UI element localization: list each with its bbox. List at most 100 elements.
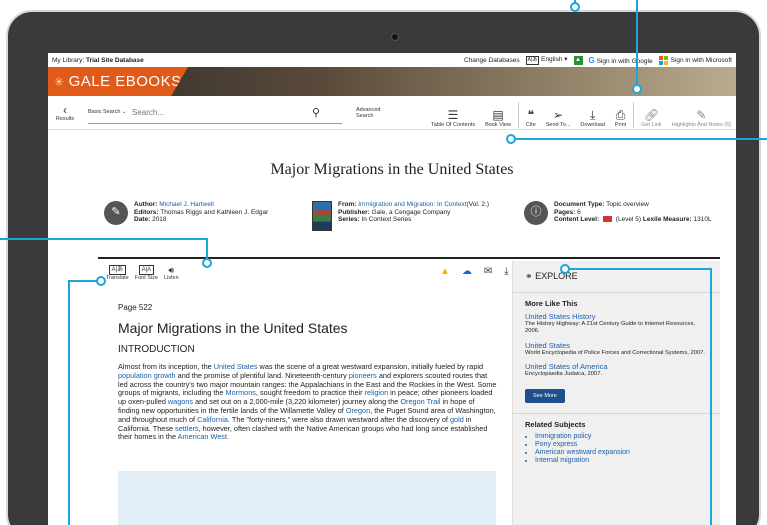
brand-logo[interactable]: ✳ GALE EBOOKS: [48, 67, 188, 96]
search-icon[interactable]: ⚲: [312, 106, 320, 119]
microsoft-signin[interactable]: Sign in with Microsoft: [658, 55, 732, 65]
get-link-button[interactable]: 🔗︎ Get Link: [636, 108, 666, 128]
explore-panel: ⚭ EXPLORE More Like This United States H…: [512, 261, 720, 525]
article-link[interactable]: population growth: [118, 371, 176, 380]
doc-info-block: ⓘ Document Type: Topic overview Pages: 6…: [524, 201, 712, 225]
callout-line: [68, 280, 98, 282]
language-select[interactable]: A|あ English ▾: [525, 55, 568, 65]
toolbar-tools: ☰ Table Of Contents ▤ Book View ❝ Cite ➢ Sen…: [426, 98, 736, 128]
toolbar-divider: [633, 101, 635, 128]
related-item[interactable]: United States of America Encyclopaedia Ju…: [525, 362, 708, 378]
article-link[interactable]: pioneers: [349, 371, 377, 380]
article-link[interactable]: gold: [450, 415, 464, 424]
download-button[interactable]: ⤓ Download: [575, 107, 609, 128]
top-bar-right: Change Databases A|あ English ▾ ▲ G Sign …: [464, 55, 732, 65]
callout-dot: [560, 264, 570, 274]
article-link[interactable]: Oregon: [346, 406, 370, 415]
speaker-icon: 🔊︎: [168, 265, 175, 275]
explore-heading: ⚭ EXPLORE: [513, 261, 720, 293]
download-icon: ⤓: [590, 107, 596, 122]
article-link[interactable]: religion: [365, 388, 389, 397]
callout-line: [512, 138, 767, 140]
callout-dot: [506, 134, 516, 144]
google-drive-icon[interactable]: ▲: [573, 55, 583, 65]
translate-icon: A|あ: [108, 265, 127, 275]
source-link[interactable]: Immigration and Migration: In Context: [358, 201, 466, 208]
back-to-results-button[interactable]: ‹ Results: [48, 96, 82, 130]
source-block: From: Immigration and Migration: In Cont…: [312, 201, 489, 231]
article-link[interactable]: United States: [214, 362, 258, 371]
article-link[interactable]: California: [197, 415, 228, 424]
article-link[interactable]: Mormons: [226, 388, 256, 397]
microsoft-icon: [658, 55, 668, 65]
callout-line: [710, 268, 712, 525]
advanced-search-link[interactable]: Advanced Search: [356, 107, 382, 119]
print-icon: ⎙: [615, 107, 626, 122]
translate-button[interactable]: A|あ Translate: [106, 265, 129, 281]
email-icon[interactable]: ✉: [484, 266, 492, 277]
related-item[interactable]: United States History The History Highway…: [525, 312, 708, 335]
book-icon: ▤: [492, 107, 504, 122]
callout-dot: [96, 276, 106, 286]
basic-search-dropdown[interactable]: Basic Search ⌄: [88, 109, 132, 115]
callout-line: [68, 280, 70, 525]
callout-dot: [570, 2, 580, 12]
gale-star-icon: ✳: [54, 74, 65, 89]
info-icon: ⓘ: [524, 201, 548, 225]
print-button[interactable]: ⎙ Print: [610, 107, 631, 128]
book-cover-thumbnail[interactable]: [312, 201, 332, 231]
author-link[interactable]: Michael J. Hartwell: [159, 201, 214, 208]
screen: My Library: Trial Site Database Change D…: [48, 53, 736, 525]
article-link[interactable]: Oregon Trail: [400, 397, 440, 406]
subjects-list: Immigration policy Pony express American…: [525, 433, 708, 465]
related-item[interactable]: United States World Encyclopedia of Polic…: [525, 341, 708, 357]
book-view-button[interactable]: ▤ Book View: [480, 107, 516, 128]
cite-button[interactable]: ❝ Cite: [521, 108, 541, 128]
subject-link[interactable]: American westward expansion: [535, 449, 708, 457]
author-block: ✎ Author: Michael J. Hartwell Editors: T…: [104, 201, 268, 225]
share-icons: ▲ ☁ ✉ ⤓: [440, 266, 509, 277]
google-icon: G: [588, 55, 595, 65]
chevron-left-icon: ‹: [63, 102, 67, 117]
font-size-icon: A|A: [138, 265, 155, 275]
table-of-contents-button[interactable]: ☰ Table Of Contents: [426, 107, 480, 128]
list-icon: ☰: [447, 107, 459, 122]
content-divider: [98, 257, 720, 259]
google-drive-icon[interactable]: ▲: [440, 266, 450, 277]
section-heading: INTRODUCTION: [118, 344, 195, 355]
toolbar: ‹Results Basic Search ⌄ ⚲ Advanced Searc…: [48, 96, 736, 130]
subject-link[interactable]: Internal migration: [535, 457, 708, 465]
callout-line: [566, 268, 712, 270]
change-databases-link[interactable]: Change Databases: [464, 57, 520, 64]
onedrive-icon[interactable]: ☁: [462, 266, 472, 277]
see-more-button[interactable]: See More: [525, 389, 565, 404]
listen-button[interactable]: 🔊︎ Listen: [164, 265, 179, 281]
search-bar: Basic Search ⌄ ⚲: [88, 102, 342, 124]
callout-dot: [632, 84, 642, 94]
search-input[interactable]: [132, 107, 312, 117]
more-like-this-heading: More Like This: [525, 299, 578, 308]
send-to-button[interactable]: ➢ Send To...: [541, 107, 576, 128]
font-size-button[interactable]: A|A Font Size: [135, 265, 158, 281]
article-link[interactable]: American West: [178, 432, 227, 441]
callout-line: [636, 0, 638, 86]
more-like-this: More Like This United States History The …: [513, 293, 720, 409]
info-callout-box: [118, 471, 496, 525]
top-bar: My Library: Trial Site Database Change D…: [48, 53, 736, 67]
translate-icon: A|あ: [525, 56, 540, 65]
page-title: Major Migrations in the United States: [270, 161, 514, 178]
google-signin[interactable]: G Sign in with Google: [589, 56, 653, 65]
download-icon[interactable]: ⤓: [504, 266, 508, 277]
article: Page 522 Major Migrations in the United …: [118, 303, 498, 442]
camera-icon: [391, 33, 399, 41]
article-link[interactable]: settlers: [175, 424, 199, 433]
pen-icon: ✎: [104, 201, 128, 225]
library-label: My Library: Trial Site Database: [52, 56, 144, 64]
highlights-notes-button[interactable]: ✎ Highlights And Notes (6): [667, 108, 736, 128]
subject-link[interactable]: Pony express: [535, 441, 708, 449]
article-link[interactable]: wagons: [168, 397, 193, 406]
article-heading: Major Migrations in the United States: [118, 320, 348, 336]
subject-link[interactable]: Immigration policy: [535, 433, 708, 441]
stage: My Library: Trial Site Database Change D…: [0, 0, 767, 525]
send-icon: ➢: [553, 107, 564, 122]
